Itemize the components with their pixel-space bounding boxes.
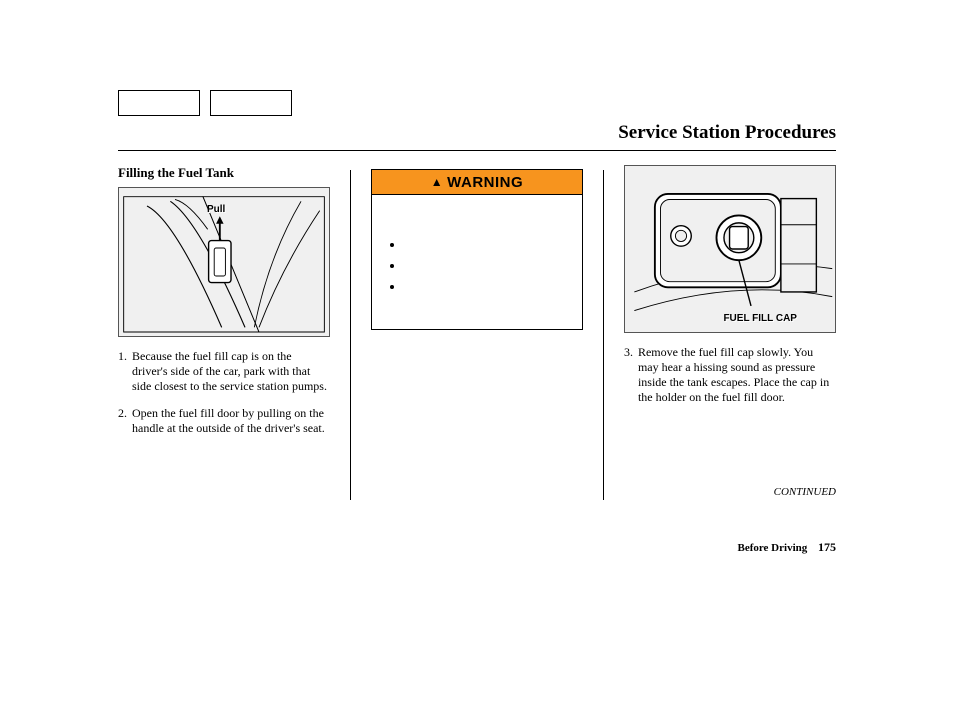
- illustration-label-pull: Pull: [207, 204, 225, 215]
- continued-marker: CONTINUED: [774, 486, 836, 498]
- warning-bullet: [404, 258, 568, 273]
- subheading: Filling the Fuel Tank: [118, 165, 330, 181]
- step-number: 3.: [624, 345, 638, 405]
- top-link-boxes: [118, 90, 292, 116]
- illustration-fuel-lever: Pull: [118, 187, 330, 337]
- top-box-1[interactable]: [118, 90, 200, 116]
- footer-page-number: 175: [818, 540, 836, 554]
- illustration-fuel-cap: FUEL FILL CAP: [624, 165, 836, 333]
- title-rule: [118, 150, 836, 151]
- step-1: 1. Because the fuel fill cap is on the d…: [118, 349, 330, 394]
- step-2: 2. Open the fuel fill door by pulling on…: [118, 406, 330, 436]
- manual-page: Service Station Procedures Filling the F…: [0, 0, 954, 710]
- warning-body: [372, 195, 582, 329]
- page-title: Service Station Procedures: [618, 122, 836, 144]
- column-divider-2: [603, 170, 604, 500]
- column-3: FUEL FILL CAP 3. Remove the fuel fill ca…: [624, 165, 836, 500]
- illustration-svg-3: [625, 166, 835, 332]
- warning-bullet: [404, 237, 568, 252]
- warning-box: ▲ WARNING: [371, 169, 583, 330]
- step-text: Remove the fuel fill cap slowly. You may…: [638, 345, 836, 405]
- illustration-label-cap: FUEL FILL CAP: [723, 313, 797, 324]
- alert-icon: ▲: [431, 175, 443, 189]
- page-footer: Before Driving 175: [737, 540, 836, 555]
- footer-section: Before Driving: [737, 542, 807, 554]
- warning-header-text: WARNING: [447, 174, 523, 191]
- step-number: 1.: [118, 349, 132, 394]
- steps-list-1: 1. Because the fuel fill cap is on the d…: [118, 349, 330, 448]
- warning-header: ▲ WARNING: [372, 170, 582, 195]
- step-3: 3. Remove the fuel fill cap slowly. You …: [624, 345, 836, 405]
- column-divider-1: [350, 170, 351, 500]
- step-number: 2.: [118, 406, 132, 436]
- step-text: Because the fuel fill cap is on the driv…: [132, 349, 330, 394]
- column-2: ▲ WARNING: [371, 165, 583, 500]
- top-box-2[interactable]: [210, 90, 292, 116]
- warning-bullet: [404, 279, 568, 294]
- step-text: Open the fuel fill door by pulling on th…: [132, 406, 330, 436]
- steps-list-3: 3. Remove the fuel fill cap slowly. You …: [624, 345, 836, 417]
- columns: Filling the Fuel Tank Pull: [118, 165, 836, 500]
- column-1: Filling the Fuel Tank Pull: [118, 165, 330, 500]
